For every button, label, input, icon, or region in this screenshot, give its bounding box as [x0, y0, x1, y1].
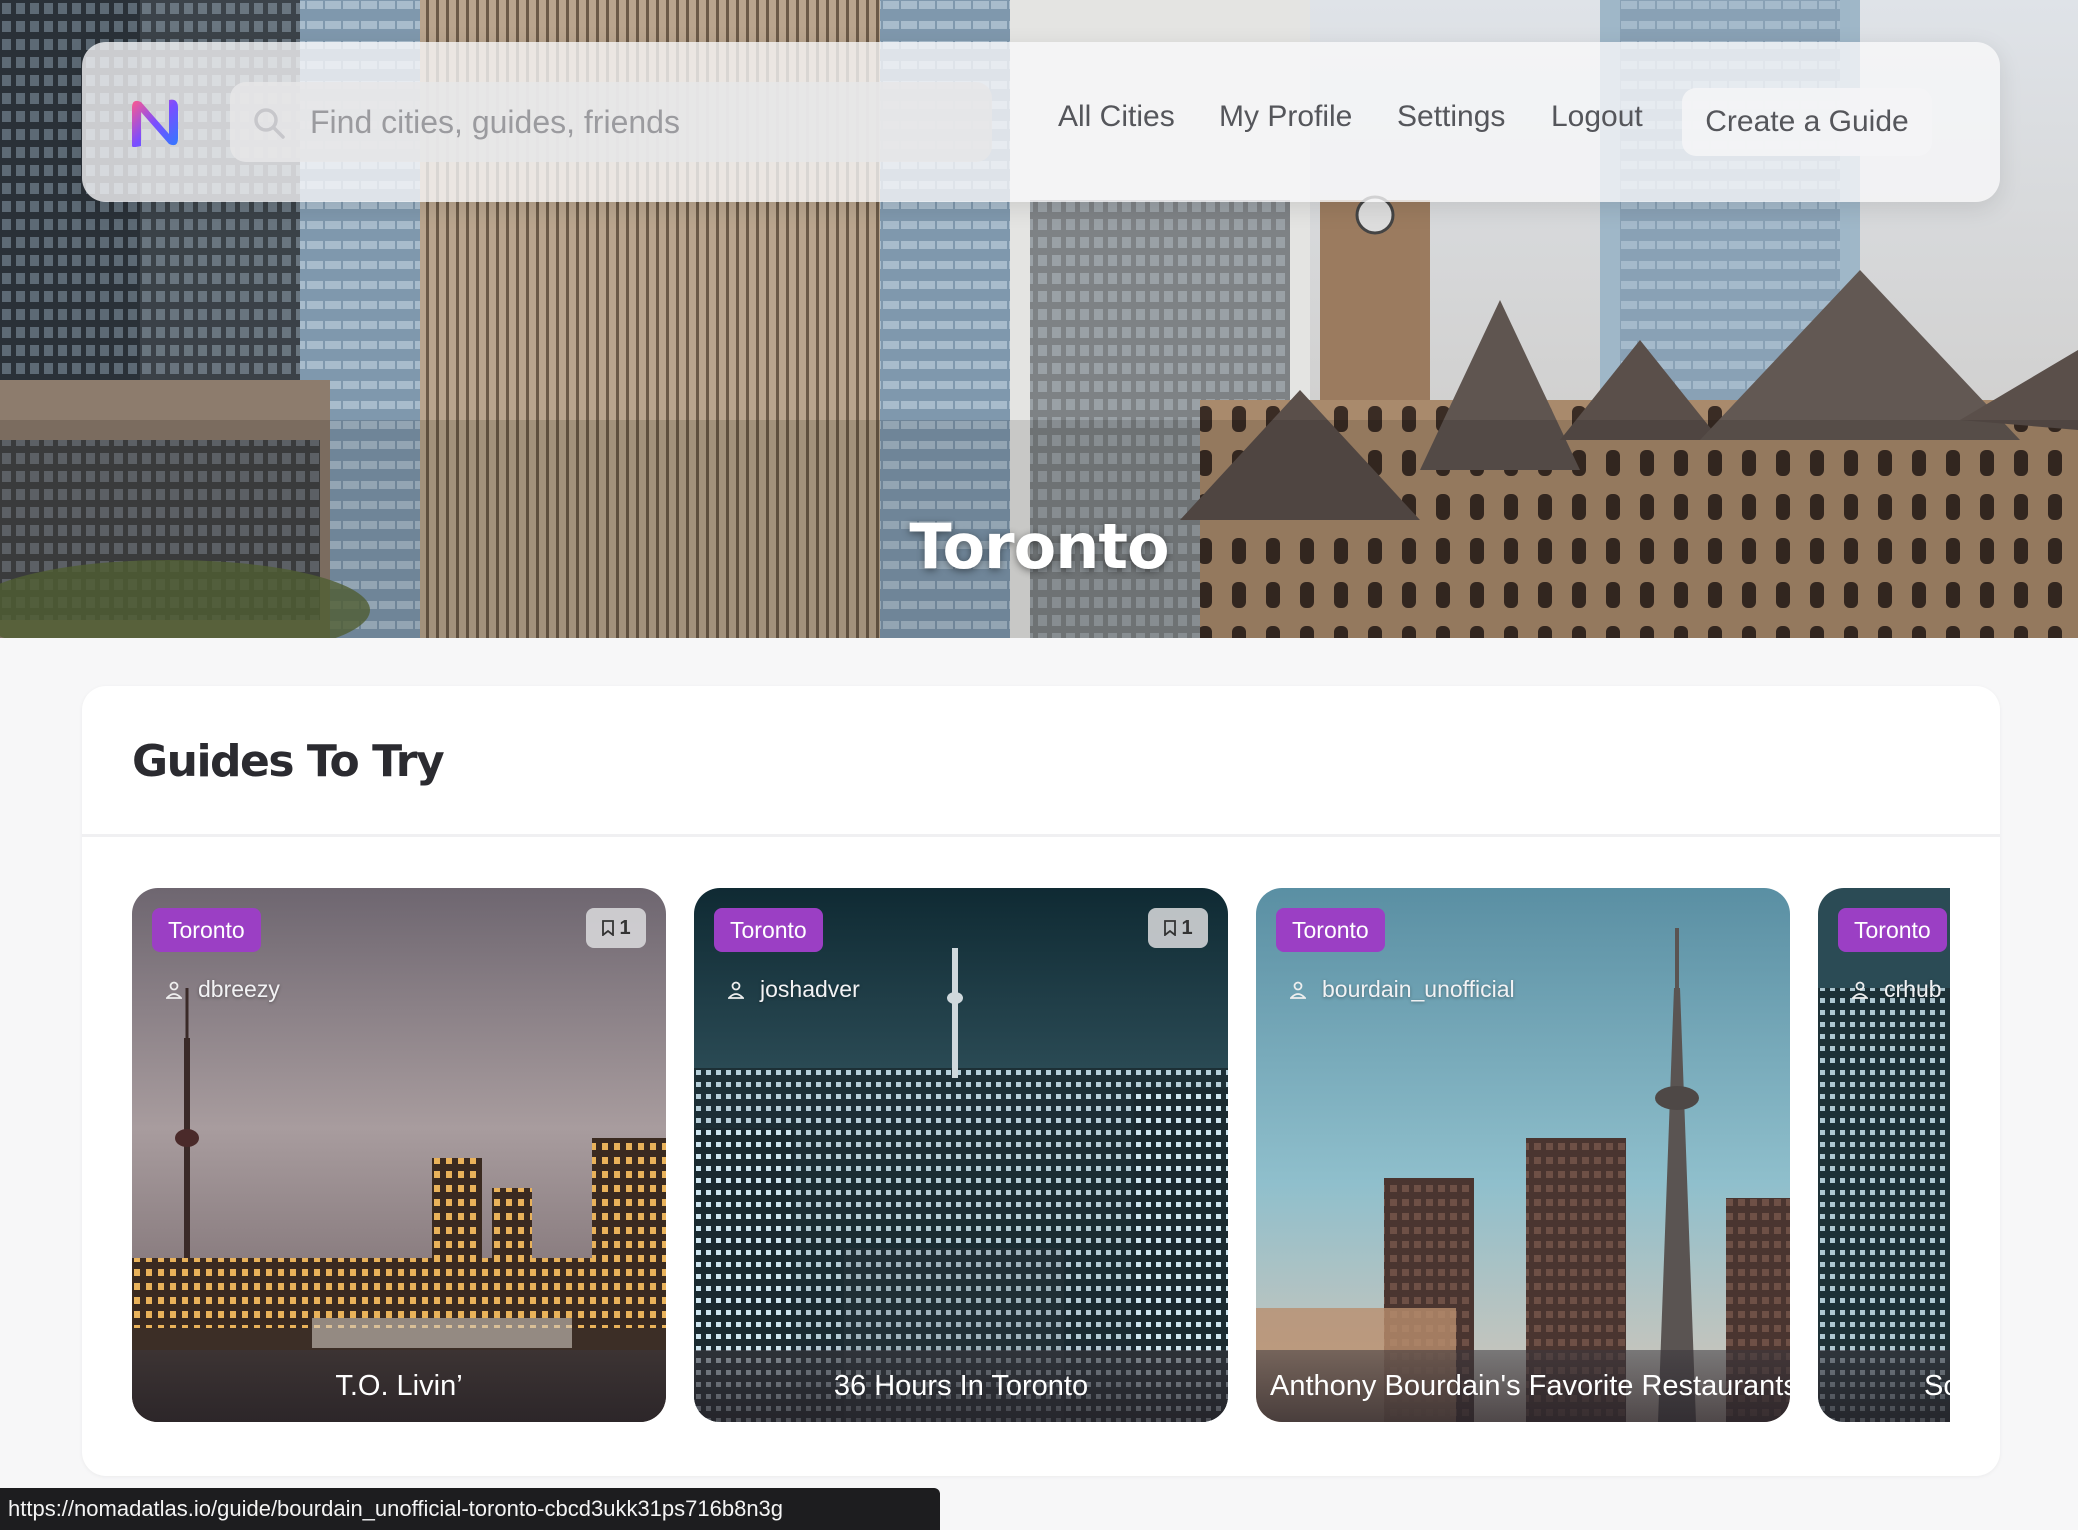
guide-card-photo — [1256, 888, 1790, 1422]
saves-badge: 1 — [586, 908, 646, 948]
user-icon — [1290, 981, 1306, 999]
hero-city-title: Toronto — [909, 510, 1169, 583]
city-badge: Toronto — [152, 908, 261, 952]
guide-card[interactable]: Toronto 1 joshadver 36 Hours In Toronto — [694, 888, 1228, 1422]
guide-card[interactable]: Toronto crhub So — [1818, 888, 1950, 1422]
user-icon — [728, 981, 744, 999]
city-badge: Toronto — [1276, 908, 1385, 952]
nav-link-my-profile[interactable]: My Profile — [1219, 100, 1352, 134]
guide-card-photo — [694, 888, 1228, 1422]
guide-author[interactable]: crhub — [1852, 976, 1942, 1003]
nav-link-settings[interactable]: Settings — [1397, 100, 1505, 134]
section-divider — [82, 834, 2000, 837]
saves-count: 1 — [1181, 916, 1193, 939]
create-guide-button[interactable]: Create a Guide — [1682, 88, 1932, 156]
user-icon — [166, 981, 182, 999]
guide-card-title: 36 Hours In Toronto — [694, 1350, 1228, 1422]
guide-author[interactable]: dbreezy — [166, 976, 280, 1003]
author-name: dbreezy — [198, 976, 280, 1002]
guide-author[interactable]: bourdain_unofficial — [1290, 976, 1515, 1003]
nomad-atlas-logo-icon[interactable] — [128, 96, 182, 150]
search-box[interactable] — [230, 82, 992, 162]
city-badge: Toronto — [1838, 908, 1947, 952]
bookmark-icon — [1164, 920, 1177, 936]
saves-count: 1 — [619, 916, 631, 939]
search-input[interactable] — [310, 82, 970, 162]
search-icon — [254, 108, 285, 139]
guide-card[interactable]: Toronto 1 dbreezy T.O. Livin’ — [132, 888, 666, 1422]
link-preview-status-bar: https://nomadatlas.io/guide/bourdain_uno… — [0, 1488, 940, 1530]
guide-card-photo — [1818, 888, 1950, 1422]
author-name: joshadver — [760, 976, 860, 1002]
guide-author[interactable]: joshadver — [728, 976, 860, 1003]
guides-section: Guides To Try Toronto 1 dbreezy T.O. Liv… — [82, 686, 2000, 1476]
top-navbar: All Cities My Profile Settings Logout Cr… — [82, 42, 2000, 202]
bookmark-icon — [602, 920, 615, 936]
guide-card-photo — [132, 888, 666, 1422]
guide-card[interactable]: Toronto bourdain_unofficial Anthony Bour… — [1256, 888, 1790, 1422]
guides-carousel[interactable]: Toronto 1 dbreezy T.O. Livin’ Toronto 1 … — [132, 888, 1950, 1422]
user-icon — [1852, 981, 1868, 999]
author-name: crhub — [1884, 976, 1942, 1002]
saves-badge: 1 — [1148, 908, 1208, 948]
nav-link-all-cities[interactable]: All Cities — [1058, 100, 1175, 134]
nav-link-logout[interactable]: Logout — [1551, 100, 1643, 134]
section-title: Guides To Try — [132, 736, 445, 787]
city-badge: Toronto — [714, 908, 823, 952]
guide-card-title: T.O. Livin’ — [132, 1350, 666, 1422]
guide-card-title: Anthony Bourdain's Favorite Restaurants — [1256, 1350, 1790, 1422]
author-name: bourdain_unofficial — [1322, 976, 1515, 1002]
guide-card-title: So — [1818, 1350, 1950, 1422]
